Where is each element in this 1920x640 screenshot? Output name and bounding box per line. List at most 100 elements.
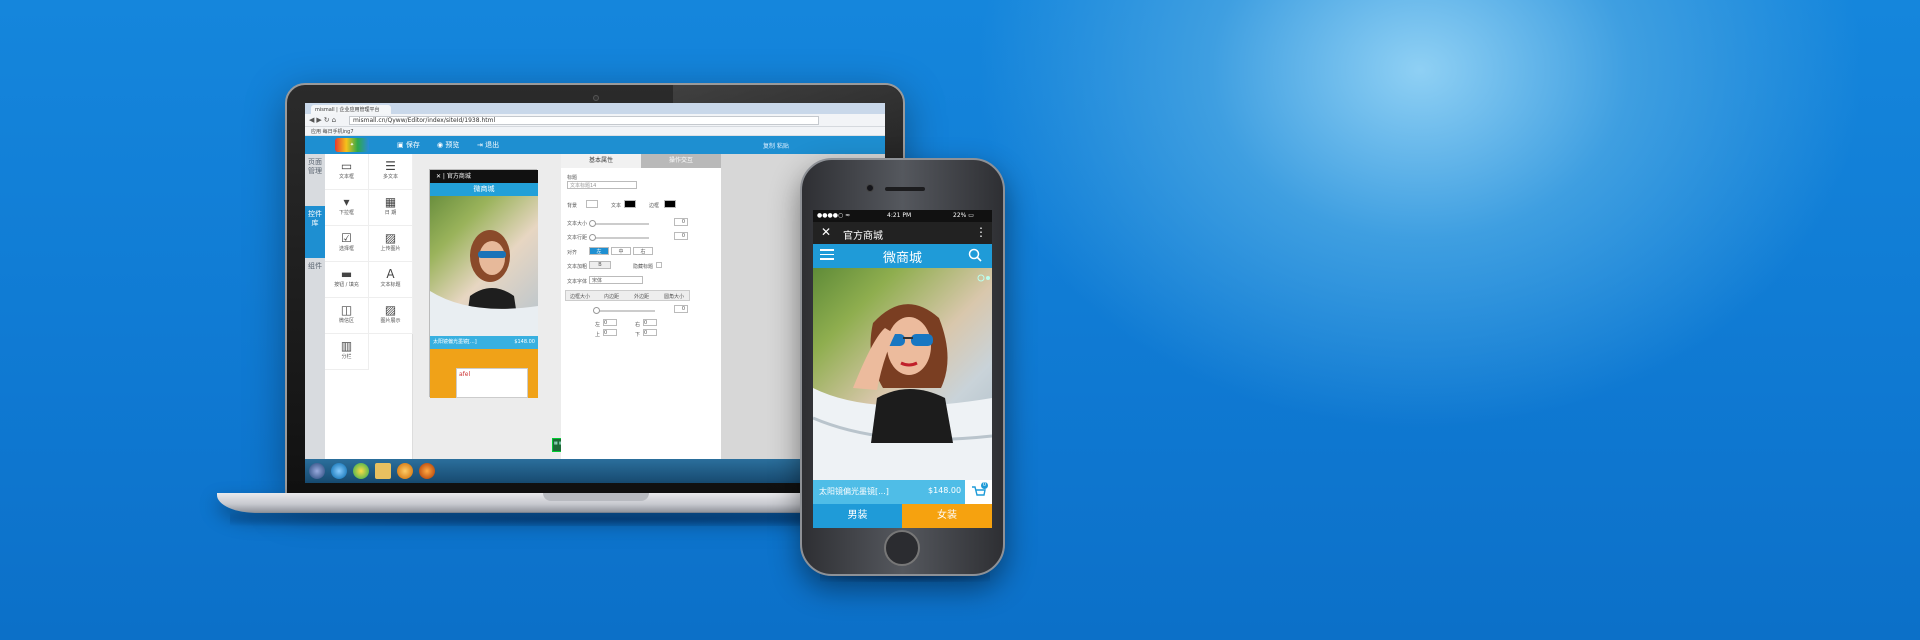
bg-color-swatch[interactable] <box>586 200 598 208</box>
align-center-button[interactable]: 中 <box>611 247 631 255</box>
chrome-icon[interactable] <box>353 463 369 479</box>
hamburger-menu-icon[interactable] <box>820 249 834 261</box>
tab-basic-props[interactable]: 基本属性 <box>561 154 641 168</box>
pos-top-label: 上 <box>595 332 601 338</box>
font-icon: A <box>386 267 395 281</box>
text-color-swatch[interactable] <box>624 200 636 208</box>
women-category-button[interactable]: 女装 <box>902 504 992 528</box>
widget-palette: ▭ 文本框 ☰ 多文本 ▾ 下拉框 ▦ 日 期 ☑ 选择框 ▨ 上传图片 ▬ 按钮 / 填充 … <box>325 154 413 459</box>
border-size-input[interactable]: 0 <box>674 305 688 313</box>
exit-icon: ⇥ <box>477 141 483 149</box>
product-name: 太阳镜偏光墨镜[...] <box>819 487 889 496</box>
font-size-slider[interactable] <box>591 223 649 225</box>
tab-components[interactable]: 组件 <box>305 258 325 298</box>
status-bar: ●●●●○ ≈ 4:21 PM 22% ▭ <box>813 210 992 222</box>
tab-radius[interactable]: 圆角大小 <box>664 293 684 300</box>
line-height-input[interactable]: 0 <box>674 232 688 240</box>
preview-button[interactable]: ◉ 预览 <box>437 140 459 150</box>
save-label: 保存 <box>405 141 420 149</box>
home-button[interactable] <box>884 530 920 566</box>
save-button[interactable]: ▣ 保存 <box>397 140 420 150</box>
border-size-knob[interactable] <box>593 307 600 314</box>
url-input[interactable]: mismall.cn/Qyww/Editor/index/siteId/1938… <box>349 116 819 125</box>
widget-columns[interactable]: ▥ 分栏 <box>325 334 369 370</box>
shop-title: 微商城 <box>882 251 922 266</box>
title-input[interactable]: 文本标题14 <box>567 181 637 189</box>
men-category-button[interactable]: 男装 <box>813 504 902 528</box>
product-banner-photo[interactable] <box>813 268 992 480</box>
widget-label: 文本框 <box>338 174 354 180</box>
font-size-knob[interactable] <box>589 220 596 227</box>
shop-header: 微商城 <box>813 244 992 268</box>
pos-left-label: 左 <box>595 322 601 328</box>
calendar-icon: ▦ <box>384 195 397 209</box>
border-size-slider[interactable] <box>595 310 655 312</box>
widget-date[interactable]: ▦ 日 期 <box>369 190 413 226</box>
font-size-label: 文本大小 <box>567 221 588 227</box>
firefox-icon[interactable] <box>419 463 435 479</box>
align-right-button[interactable]: 右 <box>633 247 653 255</box>
preview-header[interactable]: 微商城 <box>430 183 538 196</box>
title-label: 标题 <box>567 175 578 181</box>
widget-dropdown[interactable]: ▾ 下拉框 <box>325 190 369 226</box>
widget-wechat[interactable]: ◫ 微信区 <box>325 298 369 334</box>
dropdown-icon: ▾ <box>343 195 350 209</box>
bookmarks-bar[interactable]: 应用 每日手机ing7 <box>305 127 885 136</box>
tab-widget-library[interactable]: 控件库 <box>305 206 325 258</box>
widget-label: 多文本 <box>382 174 398 180</box>
widget-textbox[interactable]: ▭ 文本框 <box>325 154 369 190</box>
media-icon[interactable] <box>397 463 413 479</box>
widget-label: 按钮 / 填充 <box>334 282 359 288</box>
preview-photo[interactable] <box>430 196 538 336</box>
widget-checkbox[interactable]: ☑ 选择框 <box>325 226 369 262</box>
widget-text-title[interactable]: A 文本标题 <box>369 262 413 298</box>
product-price: $148.00 <box>928 486 962 495</box>
preview-popup[interactable]: afel <box>456 368 528 398</box>
preview-phone[interactable]: ✕ | 官方商城 微商城 太阳镜偏光墨镜[...] $148.00 afel <box>429 169 538 398</box>
image-icon: ▨ <box>384 231 397 245</box>
browser-tab[interactable]: mismall | 企业应用管理平台 <box>311 105 391 114</box>
widget-button[interactable]: ▬ 按钮 / 填充 <box>325 262 369 298</box>
more-icon[interactable]: ⋮ <box>975 225 987 239</box>
browser-nav-icons[interactable]: ◀▶↻⌂ <box>309 116 338 124</box>
align-left-button[interactable]: 左 <box>589 247 609 255</box>
copy-paste-links[interactable]: 复制 粘贴 <box>763 141 789 150</box>
line-height-slider[interactable] <box>591 237 649 239</box>
widget-image-display[interactable]: ▨ 图片展示 <box>369 298 413 334</box>
exit-label: 退出 <box>485 141 500 149</box>
font-size-input[interactable]: 0 <box>674 218 688 226</box>
folder-icon[interactable] <box>375 463 391 479</box>
border-color-swatch[interactable] <box>664 200 676 208</box>
style-label: 文本加粗 <box>567 264 588 270</box>
tab-margin[interactable]: 外边距 <box>634 293 649 300</box>
close-icon[interactable]: ✕ <box>821 225 831 239</box>
ie-icon[interactable] <box>331 463 347 479</box>
line-height-knob[interactable] <box>589 234 596 241</box>
exit-button[interactable]: ⇥ 退出 <box>477 140 499 150</box>
pos-left-input[interactable]: 0 <box>603 319 617 326</box>
pos-right-input[interactable]: 0 <box>643 319 657 326</box>
widget-multitext[interactable]: ☰ 多文本 <box>369 154 413 190</box>
tab-border-size[interactable]: 边框大小 <box>570 293 590 300</box>
bold-toggle[interactable]: B <box>589 261 611 269</box>
laptop-notch <box>543 493 649 501</box>
widget-label: 分栏 <box>341 354 352 360</box>
tab-page-manage[interactable]: 页面管理 <box>305 154 325 206</box>
widget-label: 下拉框 <box>338 210 354 216</box>
product-info-bar[interactable]: 太阳镜偏光墨镜[...] $148.00 0 <box>813 480 992 504</box>
preview-product: 太阳镜偏光墨镜[...] <box>433 339 477 345</box>
eye-icon: ◉ <box>437 141 444 149</box>
widget-upload-image[interactable]: ▨ 上传图片 <box>369 226 413 262</box>
tab-padding[interactable]: 内边距 <box>604 293 619 300</box>
hide-title-checkbox[interactable] <box>656 262 662 268</box>
status-time: 4:21 PM <box>887 212 912 219</box>
search-icon[interactable] <box>968 248 982 262</box>
cart-button[interactable]: 0 <box>965 480 992 504</box>
widget-label: 日 期 <box>384 210 397 216</box>
pos-bottom-input[interactable]: 0 <box>643 329 657 336</box>
font-family-select[interactable]: 宋体 <box>589 276 643 284</box>
phone-screen: ●●●●○ ≈ 4:21 PM 22% ▭ ✕ 官方商城 ⋮ 微商城 太阳镜偏光… <box>813 210 992 528</box>
tab-action-props[interactable]: 操作交互 <box>641 154 721 168</box>
start-icon[interactable] <box>309 463 325 479</box>
pos-top-input[interactable]: 0 <box>603 329 617 336</box>
